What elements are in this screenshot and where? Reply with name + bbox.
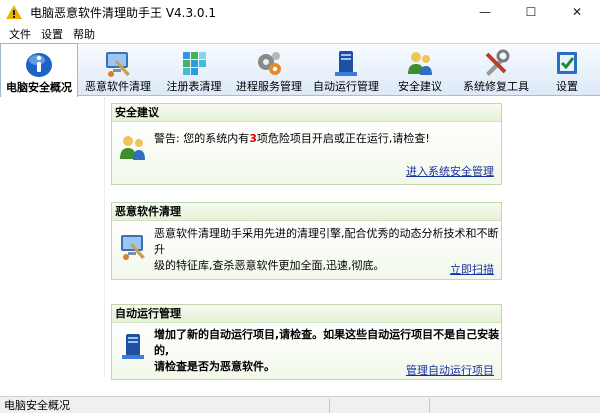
- registry-icon: [179, 48, 209, 78]
- tab-label: 电脑安全概况: [6, 81, 72, 94]
- users-icon: [118, 132, 148, 162]
- main-toolbar: 电脑安全概况 恶意软件清理 注册表清理 进程服务管理 自动运行管理 安全建议 系…: [0, 43, 600, 97]
- tab-registry-clean[interactable]: 注册表清理: [158, 44, 230, 96]
- status-cell-empty: [330, 397, 430, 413]
- status-bar: 电脑安全概况: [0, 396, 600, 413]
- malware-clean-panel: 恶意软件清理 恶意软件清理助手采用先进的清理引擎,配合优秀的动态分析技术和不断升…: [111, 202, 502, 280]
- tab-label: 自动运行管理: [313, 80, 379, 93]
- tab-settings[interactable]: 设置: [536, 44, 598, 96]
- tab-security-advice[interactable]: 安全建议: [384, 44, 456, 96]
- system-security-link[interactable]: 进入系统安全管理: [406, 163, 494, 179]
- warning-text-suffix: 项危险项目开启或正在运行,请检查!: [256, 132, 430, 145]
- description-line: 增加了新的自动运行项目,请检查。如果这些自动运行项目不是自己安装的,: [154, 328, 500, 357]
- divider: [104, 97, 105, 377]
- status-text: 电脑安全概况: [0, 397, 330, 413]
- panel-title: 安全建议: [112, 104, 501, 122]
- tab-security-overview[interactable]: 电脑安全概况: [0, 43, 78, 97]
- info-icon: [24, 49, 54, 79]
- description-line: 恶意软件清理助手采用先进的清理引擎,配合优秀的动态分析技术和不断升: [154, 227, 499, 256]
- menu-settings[interactable]: 设置: [36, 26, 68, 42]
- tab-process-service[interactable]: 进程服务管理: [230, 44, 308, 96]
- autorun-icon: [331, 48, 361, 78]
- danger-count: 3: [249, 132, 257, 145]
- manage-autorun-link[interactable]: 管理自动运行项目: [406, 362, 494, 378]
- tab-label: 设置: [556, 80, 578, 93]
- tab-label: 注册表清理: [166, 80, 222, 93]
- scan-now-link[interactable]: 立即扫描: [450, 261, 494, 277]
- menu-help[interactable]: 帮助: [68, 26, 100, 42]
- content-area: 安全建议 警告: 您的系统内有3项危险项目开启或正在运行,请检查! 进入系统安全…: [0, 97, 600, 395]
- panel-title: 恶意软件清理: [112, 203, 501, 221]
- gears-icon: [254, 48, 284, 78]
- panel-title: 自动运行管理: [112, 305, 501, 323]
- malware-clean-icon: [118, 231, 148, 261]
- description-line: 级的特征库,查杀恶意软件更加全面,迅速,彻底。: [154, 259, 385, 272]
- warning-app-icon: [6, 4, 22, 20]
- tab-label: 恶意软件清理: [85, 80, 151, 93]
- window-title: 电脑恶意软件清理助手王 V4.3.0.1: [30, 5, 217, 20]
- tab-malware-clean[interactable]: 恶意软件清理: [78, 44, 158, 96]
- security-advice-panel: 安全建议 警告: 您的系统内有3项危险项目开启或正在运行,请检查! 进入系统安全…: [111, 103, 502, 185]
- tools-icon: [481, 48, 511, 78]
- warning-text-prefix: 警告: 您的系统内有: [154, 132, 250, 145]
- menu-file[interactable]: 文件: [4, 26, 36, 42]
- tab-label: 安全建议: [398, 80, 442, 93]
- status-cell-empty: [430, 398, 598, 413]
- settings-icon: [552, 48, 582, 78]
- close-button[interactable]: ✕: [554, 0, 600, 24]
- maximize-button[interactable]: ☐: [508, 0, 554, 24]
- tab-label: 系统修复工具: [463, 80, 529, 93]
- users-icon: [405, 48, 435, 78]
- minimize-button[interactable]: —: [462, 0, 508, 24]
- tab-system-repair[interactable]: 系统修复工具: [456, 44, 536, 96]
- title-bar: 电脑恶意软件清理助手王 V4.3.0.1 — ☐ ✕: [0, 0, 600, 24]
- tab-label: 进程服务管理: [236, 80, 302, 93]
- tab-autorun[interactable]: 自动运行管理: [308, 44, 384, 96]
- menu-bar: 文件 设置 帮助: [0, 24, 600, 43]
- autorun-panel: 自动运行管理 增加了新的自动运行项目,请检查。如果这些自动运行项目不是自己安装的…: [111, 304, 502, 380]
- autorun-icon: [118, 331, 148, 361]
- malware-clean-icon: [103, 48, 133, 78]
